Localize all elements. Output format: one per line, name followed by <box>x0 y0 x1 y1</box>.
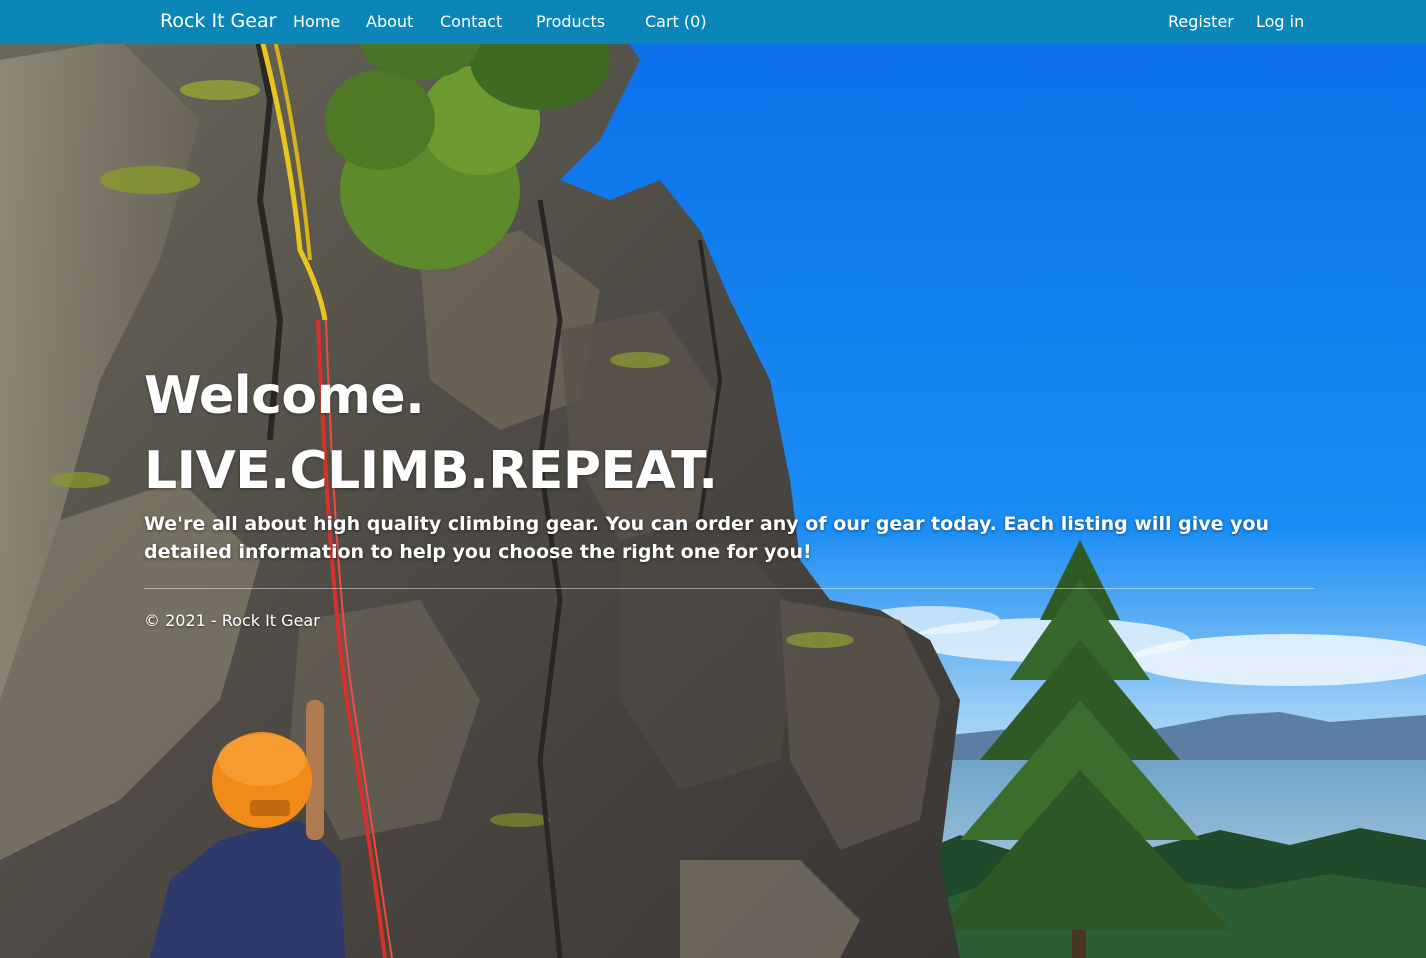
welcome-heading: Welcome. <box>144 366 425 426</box>
nav-login-link[interactable]: Log in <box>1256 12 1304 31</box>
footer-copyright: © 2021 - Rock It Gear <box>144 611 320 630</box>
tagline-heading: LIVE.CLIMB.REPEAT. <box>144 441 718 501</box>
nav-home-link[interactable]: Home <box>293 12 340 31</box>
nav-about-link[interactable]: About <box>366 12 413 31</box>
hero-description: We're all about high quality climbing ge… <box>144 513 1270 563</box>
divider <box>144 588 1314 589</box>
page: Rock It Gear Home About Contact Products… <box>0 0 1426 958</box>
top-navbar: Rock It Gear Home About Contact Products… <box>0 0 1426 44</box>
nav-cart-link[interactable]: Cart (0) <box>645 12 707 31</box>
nav-contact-link[interactable]: Contact <box>440 12 502 31</box>
brand-link[interactable]: Rock It Gear <box>160 10 276 32</box>
nav-products-link[interactable]: Products <box>536 12 605 31</box>
hero-content: Welcome. LIVE.CLIMB.REPEAT. We're all ab… <box>144 360 1314 630</box>
nav-register-link[interactable]: Register <box>1168 12 1234 31</box>
